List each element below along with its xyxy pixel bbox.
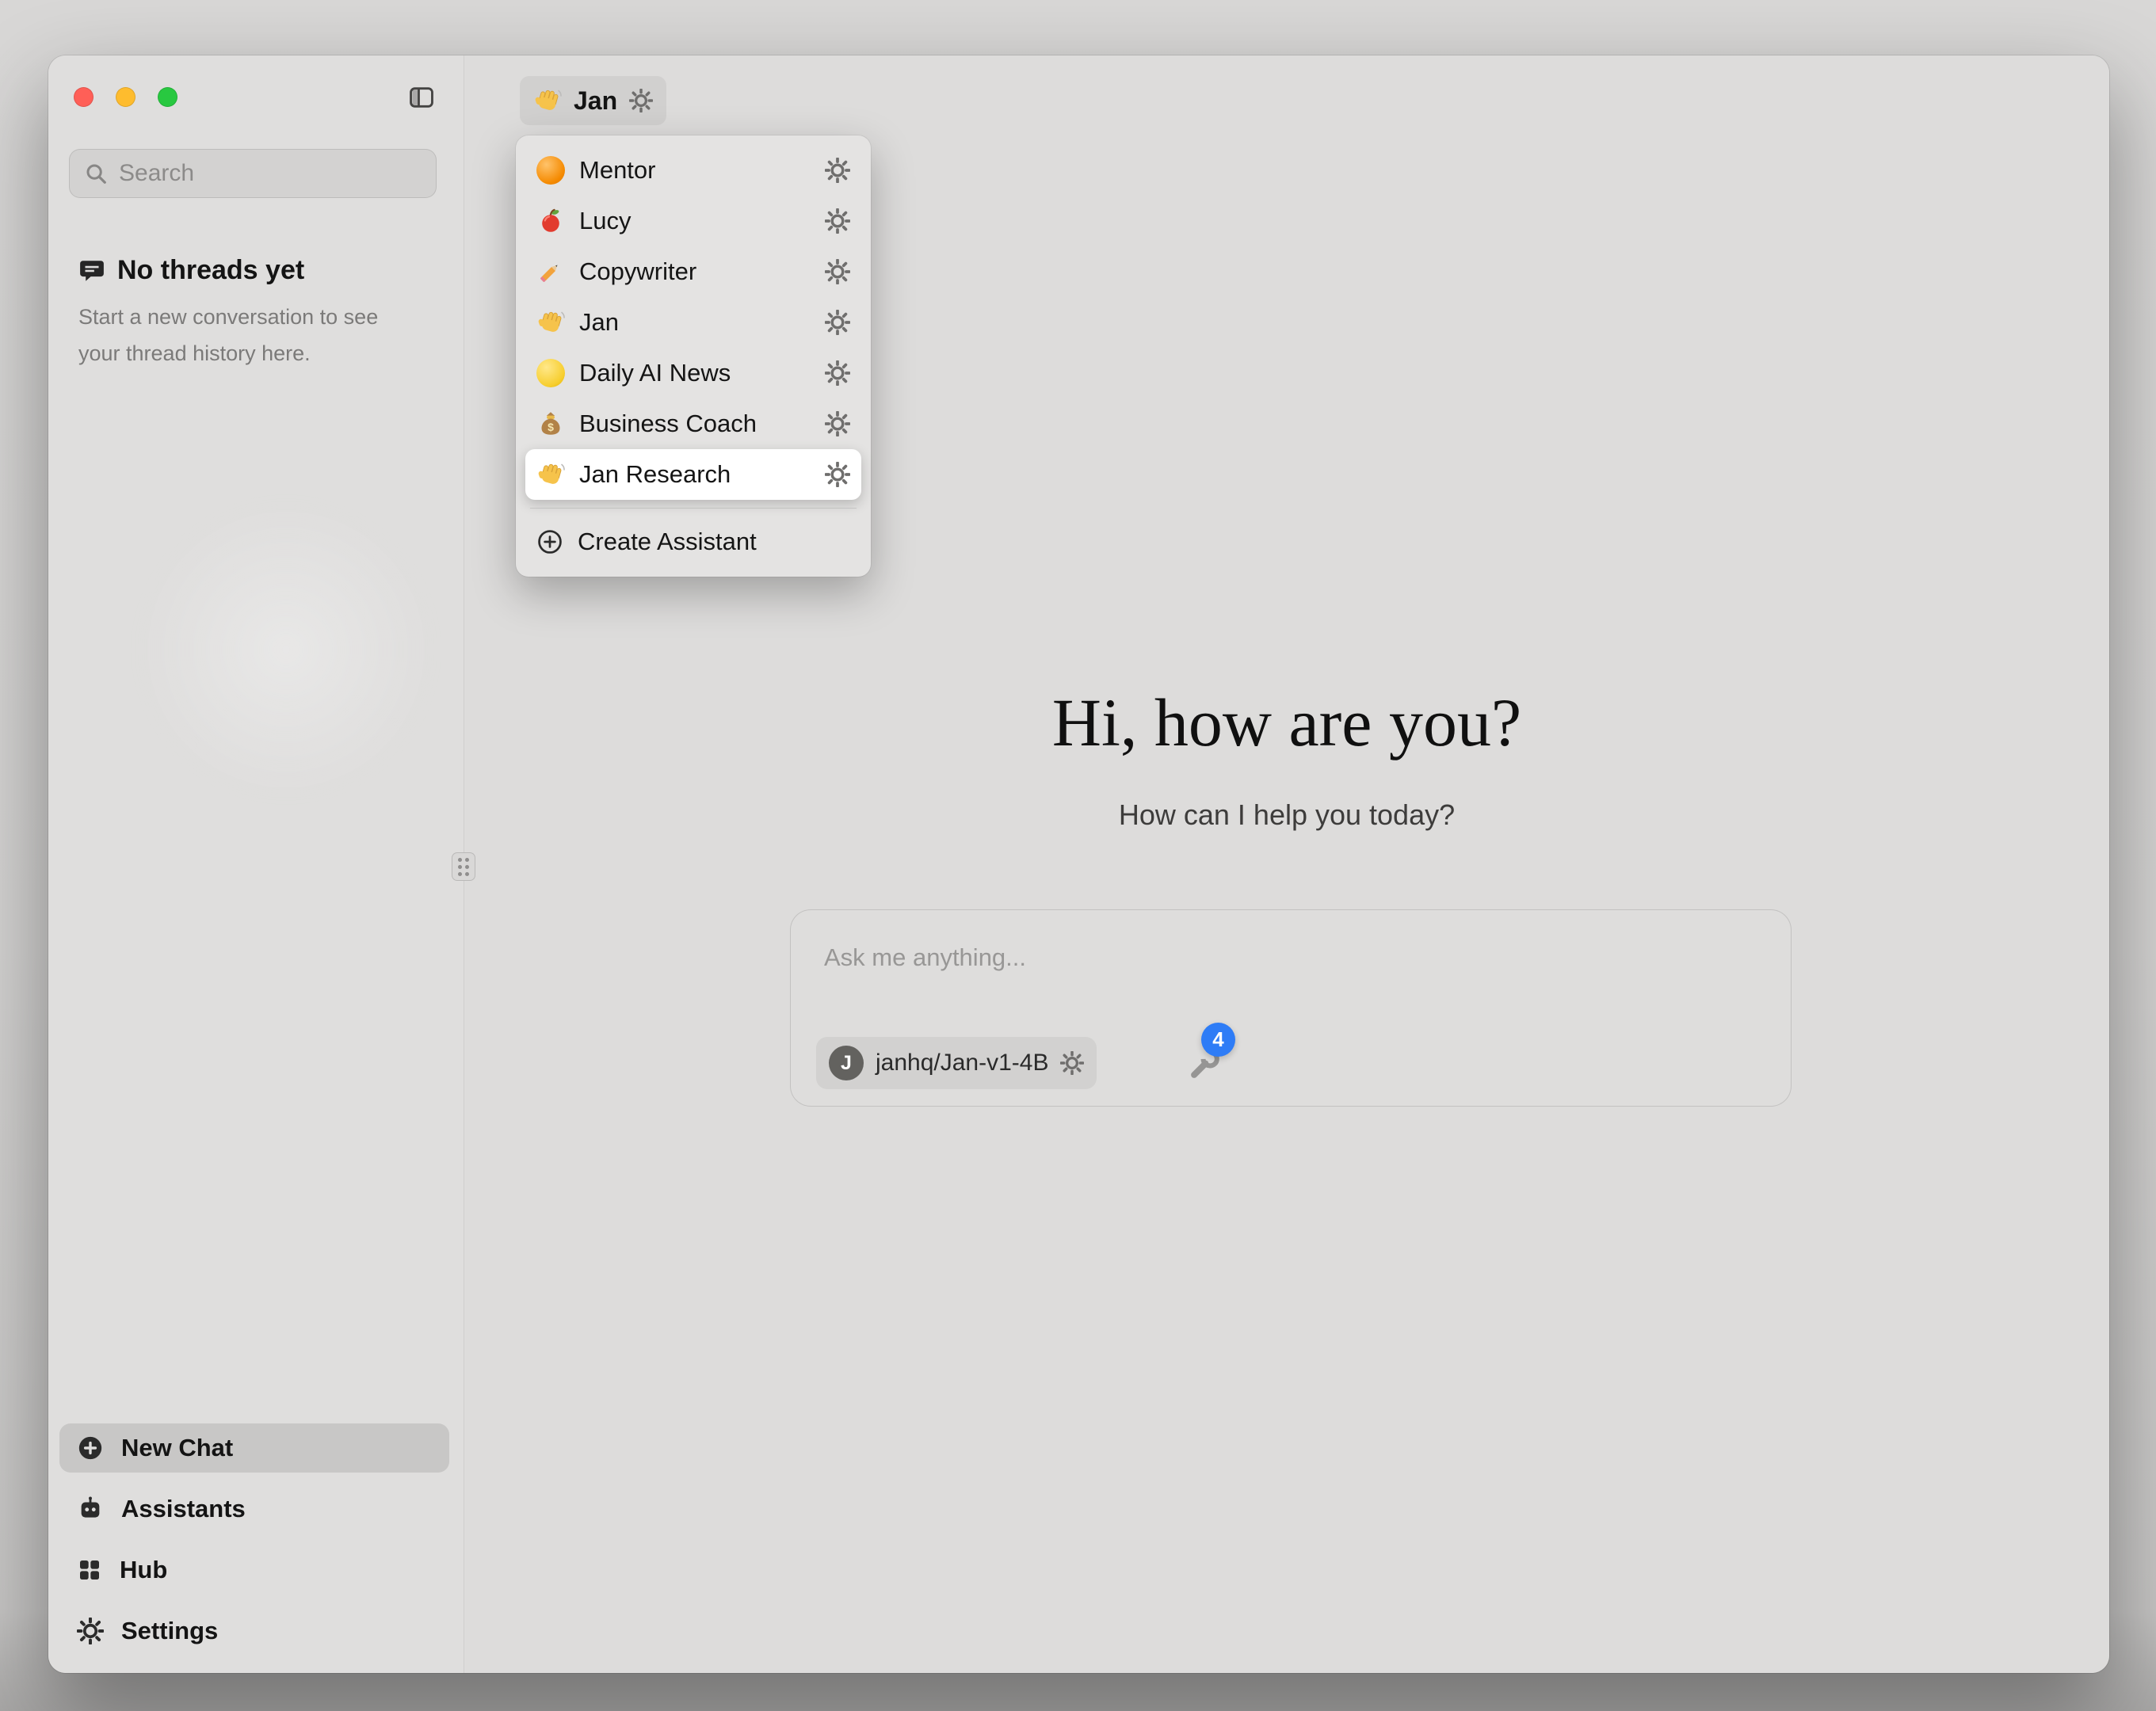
window-controls (74, 87, 177, 107)
sidebar-item-label: Settings (121, 1617, 218, 1645)
gear-icon[interactable] (825, 310, 850, 335)
chat-bubble-icon (78, 257, 105, 284)
menu-item-lucy[interactable]: Lucy (525, 196, 861, 246)
sidebar-resize-handle[interactable] (452, 852, 475, 881)
greeting-subtitle: How can I help you today? (464, 798, 2109, 832)
model-name: janhq/Jan-v1-4B (876, 1050, 1048, 1077)
menu-item-business-coach[interactable]: Business Coach (525, 398, 861, 449)
menu-item-jan-research[interactable]: Jan Research (525, 449, 861, 500)
gear-icon[interactable] (825, 158, 850, 183)
menu-item-copywriter[interactable]: Copywriter (525, 246, 861, 297)
menu-item-daily-ai-news[interactable]: Daily AI News (525, 348, 861, 398)
sidebar: No threads yet Start a new conversation … (48, 55, 464, 1673)
orange-ball-icon (536, 156, 565, 185)
menu-item-create-assistant[interactable]: Create Assistant (525, 516, 861, 567)
gear-icon[interactable] (825, 208, 850, 234)
gear-icon[interactable] (825, 462, 850, 487)
tools-button[interactable]: 4 (1186, 1046, 1223, 1083)
hub-grid-icon (77, 1557, 102, 1583)
gear-icon[interactable] (629, 89, 653, 112)
assistant-selector-label: Jan (574, 86, 617, 116)
greeting-title: Hi, how are you? (464, 683, 2109, 762)
tools-count-badge: 4 (1201, 1023, 1235, 1057)
menu-separator (530, 508, 857, 509)
sidebar-item-hub[interactable]: Hub (59, 1545, 449, 1595)
app-window: No threads yet Start a new conversation … (48, 55, 2109, 1673)
sidebar-item-assistants[interactable]: Assistants (59, 1484, 449, 1534)
wave-hand-icon (536, 308, 565, 337)
zoom-button[interactable] (158, 87, 177, 107)
message-input[interactable] (824, 943, 1616, 972)
gear-icon (77, 1618, 104, 1644)
sidebar-item-label: Hub (120, 1556, 167, 1584)
search-field (69, 149, 437, 198)
sidebar-item-label: New Chat (121, 1434, 233, 1462)
assistants-icon (77, 1496, 104, 1522)
sidebar-item-settings[interactable]: Settings (59, 1606, 449, 1656)
empty-state-subtitle: Start a new conversation to see your thr… (78, 299, 427, 372)
gear-icon[interactable] (825, 259, 850, 284)
sidebar-item-label: Assistants (121, 1495, 246, 1523)
plus-circle-icon (536, 528, 563, 555)
money-bag-icon (536, 410, 565, 438)
empty-state-title: No threads yet (117, 255, 304, 286)
gear-icon[interactable] (825, 411, 850, 436)
yellow-ball-icon (536, 359, 565, 387)
search-input[interactable] (119, 160, 425, 187)
search-icon (84, 162, 108, 185)
wave-hand-icon (533, 86, 562, 115)
chat-composer: J janhq/Jan-v1-4B 4 (790, 909, 1792, 1107)
plus-circle-icon (77, 1435, 104, 1461)
pencil-icon (536, 257, 565, 286)
close-button[interactable] (74, 87, 93, 107)
menu-item-mentor[interactable]: Mentor (525, 145, 861, 196)
apple-icon (536, 207, 565, 235)
assistant-selector-button[interactable]: Jan (520, 76, 666, 125)
sidebar-item-new-chat[interactable]: New Chat (59, 1423, 449, 1473)
model-selector-button[interactable]: J janhq/Jan-v1-4B (816, 1037, 1097, 1089)
gear-icon[interactable] (825, 360, 850, 386)
main-area: Jan Mentor Lucy Copywriter Jan (464, 55, 2109, 1673)
gear-icon[interactable] (1060, 1051, 1084, 1075)
assistant-menu: Mentor Lucy Copywriter Jan Daily AI News (516, 135, 871, 577)
sidebar-nav: New Chat Assistants Hub Settings (59, 1423, 449, 1656)
model-avatar: J (829, 1046, 864, 1080)
sidebar-glow (120, 483, 452, 816)
threads-empty-state: No threads yet Start a new conversation … (78, 255, 427, 372)
wave-hand-icon (536, 460, 565, 489)
minimize-button[interactable] (116, 87, 135, 107)
menu-item-jan[interactable]: Jan (525, 297, 861, 348)
sidebar-toggle-icon[interactable] (406, 84, 437, 111)
